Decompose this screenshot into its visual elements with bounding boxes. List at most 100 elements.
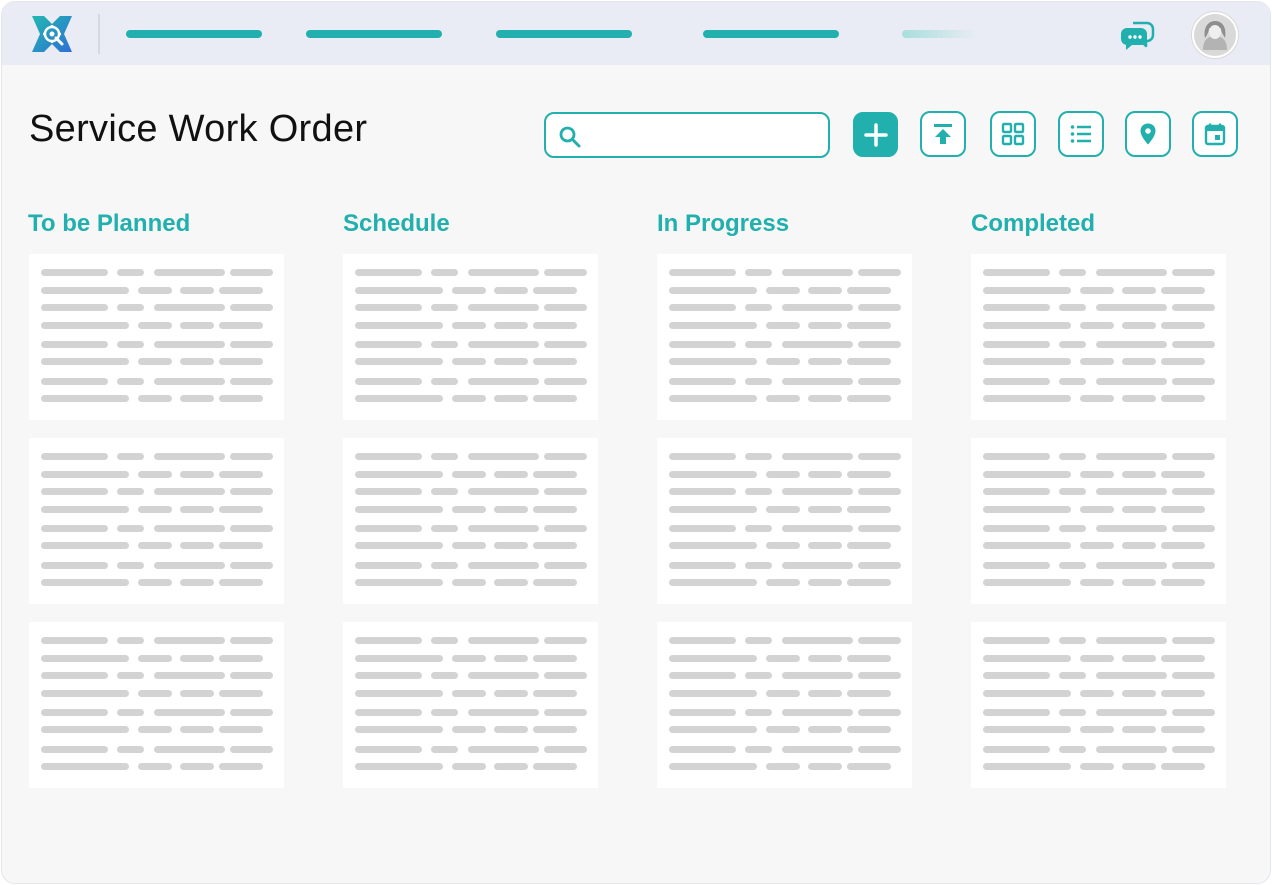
placeholder-text-line	[494, 579, 528, 586]
placeholder-text-line	[983, 287, 1071, 294]
calendar-view-button[interactable]	[1192, 111, 1238, 157]
nav-item-1[interactable]	[126, 30, 262, 38]
placeholder-text-line	[1080, 322, 1114, 329]
placeholder-text-line	[154, 269, 225, 276]
grid-view-button[interactable]	[990, 111, 1036, 157]
placeholder-text-line	[669, 763, 757, 770]
placeholder-text-line	[431, 672, 458, 679]
list-view-button[interactable]	[1058, 111, 1104, 157]
placeholder-text-line	[1080, 690, 1114, 697]
placeholder-text-line	[983, 341, 1050, 348]
placeholder-text-line	[808, 655, 842, 662]
user-avatar-icon[interactable]	[1192, 12, 1238, 58]
placeholder-text-line	[745, 709, 772, 716]
placeholder-text-line	[431, 562, 458, 569]
placeholder-text-line	[219, 287, 263, 294]
placeholder-text-line	[41, 542, 129, 549]
placeholder-text-line	[858, 488, 901, 495]
search-box[interactable]	[544, 112, 830, 158]
page-title: Service Work Order	[29, 108, 368, 150]
work-order-card[interactable]	[971, 438, 1226, 604]
placeholder-text-line	[669, 471, 757, 478]
nav-item-4[interactable]	[703, 30, 839, 38]
placeholder-text-line	[858, 637, 901, 644]
placeholder-text-line	[468, 488, 539, 495]
work-order-card[interactable]	[29, 438, 284, 604]
placeholder-text-line	[1096, 709, 1167, 716]
work-order-card[interactable]	[657, 254, 912, 420]
placeholder-text-line	[669, 395, 757, 402]
placeholder-text-line	[669, 322, 757, 329]
placeholder-text-line	[669, 341, 736, 348]
work-order-card[interactable]	[657, 438, 912, 604]
placeholder-text-line	[766, 358, 800, 365]
placeholder-text-line	[669, 358, 757, 365]
chat-bubbles-icon[interactable]	[1119, 19, 1155, 51]
nav-item-3[interactable]	[496, 30, 632, 38]
placeholder-text-line	[847, 655, 891, 662]
placeholder-text-line	[219, 395, 263, 402]
placeholder-text-line	[468, 304, 539, 311]
placeholder-text-line	[1096, 488, 1167, 495]
placeholder-text-line	[983, 525, 1050, 532]
placeholder-text-line	[431, 378, 458, 385]
placeholder-text-line	[858, 453, 901, 460]
placeholder-text-line	[41, 690, 129, 697]
placeholder-text-line	[782, 453, 853, 460]
placeholder-text-line	[847, 287, 891, 294]
placeholder-text-line	[745, 746, 772, 753]
work-order-card[interactable]	[657, 622, 912, 788]
placeholder-text-line	[1096, 269, 1167, 276]
placeholder-text-line	[138, 690, 172, 697]
placeholder-text-line	[41, 453, 108, 460]
placeholder-text-line	[468, 269, 539, 276]
placeholder-text-line	[1080, 506, 1114, 513]
placeholder-text-line	[41, 726, 129, 733]
placeholder-text-line	[355, 488, 422, 495]
work-order-card[interactable]	[971, 254, 1226, 420]
placeholder-text-line	[494, 763, 528, 770]
placeholder-text-line	[468, 453, 539, 460]
gear-wrench-logo-icon[interactable]	[30, 14, 74, 54]
placeholder-text-line	[1172, 453, 1215, 460]
placeholder-text-line	[858, 709, 901, 716]
placeholder-text-line	[494, 726, 528, 733]
work-order-card[interactable]	[29, 254, 284, 420]
add-button[interactable]	[853, 112, 898, 157]
placeholder-text-line	[858, 525, 901, 532]
placeholder-text-line	[1122, 395, 1156, 402]
work-order-card[interactable]	[343, 254, 598, 420]
placeholder-text-line	[1059, 746, 1086, 753]
topbar-divider	[98, 14, 100, 54]
work-order-card[interactable]	[971, 622, 1226, 788]
list-icon	[1070, 125, 1091, 143]
work-order-card[interactable]	[343, 438, 598, 604]
placeholder-text-line	[808, 287, 842, 294]
placeholder-text-line	[1096, 453, 1167, 460]
placeholder-text-line	[355, 726, 443, 733]
placeholder-text-line	[41, 488, 108, 495]
placeholder-text-line	[766, 395, 800, 402]
placeholder-text-line	[1059, 378, 1086, 385]
nav-item-2[interactable]	[306, 30, 442, 38]
placeholder-text-line	[782, 378, 853, 385]
placeholder-text-line	[669, 672, 736, 679]
placeholder-text-line	[1161, 655, 1205, 662]
placeholder-text-line	[669, 562, 736, 569]
upload-button[interactable]	[920, 111, 966, 157]
placeholder-text-line	[847, 358, 891, 365]
nav-item-5[interactable]	[902, 30, 977, 38]
placeholder-text-line	[41, 322, 129, 329]
placeholder-text-line	[355, 453, 422, 460]
placeholder-text-line	[1059, 453, 1086, 460]
work-order-card[interactable]	[343, 622, 598, 788]
search-input[interactable]	[590, 122, 820, 148]
placeholder-text-line	[230, 269, 273, 276]
placeholder-text-line	[117, 709, 144, 716]
placeholder-text-line	[431, 637, 458, 644]
placeholder-text-line	[1172, 488, 1215, 495]
placeholder-text-line	[1122, 358, 1156, 365]
map-view-button[interactable]	[1125, 111, 1171, 157]
placeholder-text-line	[1172, 378, 1215, 385]
work-order-card[interactable]	[29, 622, 284, 788]
